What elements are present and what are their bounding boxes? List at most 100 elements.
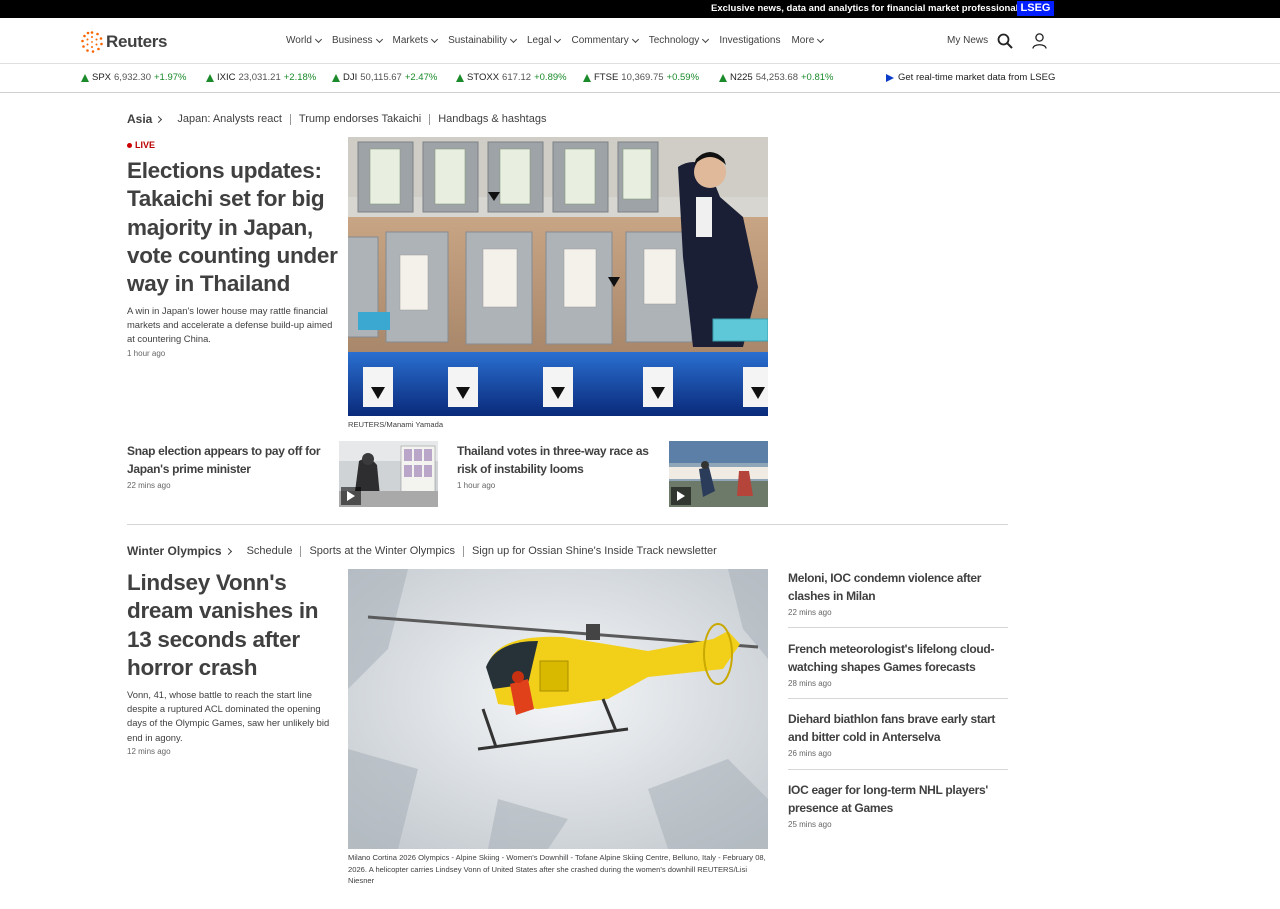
ticker-item-spx[interactable]: SPX 6,932.30 +1.97% [81,72,187,83]
olympics-link-newsletter[interactable]: Sign up for Ossian Shine's Inside Track … [472,545,717,557]
nav-label: Business [331,35,373,46]
site-header: Reuters World Business Markets Sustainab… [0,18,1280,64]
divider [462,545,464,557]
up-arrow-icon [456,73,464,82]
up-arrow-icon [583,73,591,82]
main-nav: World Business Markets Sustainability Le… [286,35,834,46]
side-story-nhl[interactable]: IOC eager for long-term NHL players' pre… [788,781,1008,818]
asia-link-analysts[interactable]: Japan: Analysts react [177,113,282,125]
chevron-down-icon [509,35,518,43]
up-arrow-icon [206,73,214,82]
story-timestamp: 22 mins ago [127,481,171,490]
ticker-change: +0.89% [534,72,567,83]
ticker-change: +1.97% [154,72,187,83]
my-news-link[interactable]: My News [947,35,988,46]
lseg-badge[interactable]: LSEG [1017,1,1054,16]
ticker-name: STOXX [467,72,500,83]
nav-label: Sustainability [448,35,507,46]
nav-label: Investigations [719,35,781,46]
up-arrow-icon [719,73,727,82]
asia-section-header: Asia Japan: Analysts react Trump endorse… [127,112,546,126]
side-story-biathlon[interactable]: Diehard biathlon fans brave early start … [788,710,1008,747]
ticker-name: FTSE [594,72,619,83]
snap-election-video-thumbnail[interactable] [339,441,438,507]
chevron-down-icon [314,35,322,43]
chevron-down-icon [702,35,710,43]
lead-timestamp: 1 hour ago [127,349,166,358]
asia-link-handbags[interactable]: Handbags & hashtags [438,113,546,125]
side-divider [788,769,1008,770]
side-story-timestamp: 22 mins ago [788,608,832,617]
user-account-icon[interactable] [1032,33,1047,49]
nav-investigations[interactable]: Investigations [719,35,780,46]
logo-text: Reuters [106,32,168,51]
ticker-name: N225 [730,72,753,83]
nav-label: Legal [527,35,552,46]
section-title-asia[interactable]: Asia [127,112,163,126]
ballot-boxes-image [348,137,768,416]
section-divider [127,524,1008,525]
chevron-down-icon [817,35,825,43]
up-arrow-icon [81,73,89,82]
lead-headline-elections[interactable]: Elections updates: Takaichi set for big … [127,157,339,298]
play-icon [886,73,894,82]
election-photo[interactable] [348,137,768,416]
up-arrow-icon [332,73,340,82]
nav-world[interactable]: World [286,35,322,46]
vonn-dek: Vonn, 41, whose battle to reach the star… [127,689,330,743]
olympics-link-sports[interactable]: Sports at the Winter Olympics [309,545,455,557]
ticker-change: +0.81% [800,72,834,83]
ticker-item-dji[interactable]: DJI 50,115.67 +2.47% [332,72,437,83]
side-story-timestamp: 25 mins ago [788,820,832,829]
live-label: LIVE [135,140,156,150]
side-story-meteorologist[interactable]: French meteorologist's lifelong cloud-wa… [788,640,1008,677]
lseg-link-label: Get real-time market data from LSEG [898,72,1056,83]
story-snap-election[interactable]: Snap election appears to pay off for Jap… [127,442,332,479]
ticker-change: +0.59% [666,72,700,83]
top-banner-text[interactable]: Exclusive news, data and analytics for f… [711,3,1024,14]
lead-headline-vonn[interactable]: Lindsey Vonn's dream vanishes in 13 seco… [127,569,339,682]
ticker-item-ftse[interactable]: FTSE 10,369.75 +0.59% [583,72,699,83]
story-thailand-votes[interactable]: Thailand votes in three-way race as risk… [457,442,662,479]
ticker-value: 617.12 [502,72,532,83]
ticker-item-stoxx[interactable]: STOXX 617.12 +0.89% [456,72,567,83]
market-ticker: SPX 6,932.30 +1.97% IXIC 23,031.21 +2.18… [0,64,1280,93]
ticker-name: SPX [92,72,112,83]
ticker-name: IXIC [217,72,236,83]
nav-technology[interactable]: Technology [649,35,710,46]
divider [300,545,302,557]
chevron-down-icon [631,35,639,43]
helicopter-photo[interactable] [348,569,768,849]
nav-markets[interactable]: Markets [393,35,439,46]
chevron-down-icon [554,35,562,43]
side-divider [788,627,1008,628]
olympics-link-schedule[interactable]: Schedule [247,545,293,557]
lseg-market-data-link[interactable]: Get real-time market data from LSEG [886,72,1055,83]
nav-label: Commentary [571,35,629,46]
reuters-logo[interactable]: Reuters [80,30,168,54]
lead-dek: A win in Japan's lower house may rattle … [127,305,333,345]
side-story-meloni[interactable]: Meloni, IOC condemn violence after clash… [788,569,1008,606]
ticker-change: +2.18% [283,72,317,83]
section-title-label: Winter Olympics [127,544,222,558]
nav-business[interactable]: Business [331,35,383,46]
chevron-down-icon [375,35,383,43]
thailand-video-thumbnail[interactable] [669,441,768,507]
search-icon[interactable] [997,33,1013,49]
nav-label: More [791,35,815,46]
ticker-item-n225[interactable]: N225 54,253.68 +0.81% [719,72,833,83]
nav-legal[interactable]: Legal [527,35,562,46]
nav-sustainability[interactable]: Sustainability [448,35,518,46]
nav-commentary[interactable]: Commentary [571,35,639,46]
ticker-value: 23,031.21 [238,72,281,83]
nav-more[interactable]: More [791,35,825,46]
election-photo-credit: REUTERS/Manami Yamada [348,420,444,429]
section-title-winter-olympics[interactable]: Winter Olympics [127,544,232,558]
ticker-item-ixic[interactable]: IXIC 23,031.21 +2.18% [206,72,316,83]
ticker-value: 6,932.30 [114,72,151,83]
asia-link-trump[interactable]: Trump endorses Takaichi [299,113,421,125]
top-banner[interactable]: Exclusive news, data and analytics for f… [0,0,1280,18]
rescue-helicopter-image [348,569,768,849]
side-divider [788,698,1008,699]
video-play-icon [341,487,361,505]
